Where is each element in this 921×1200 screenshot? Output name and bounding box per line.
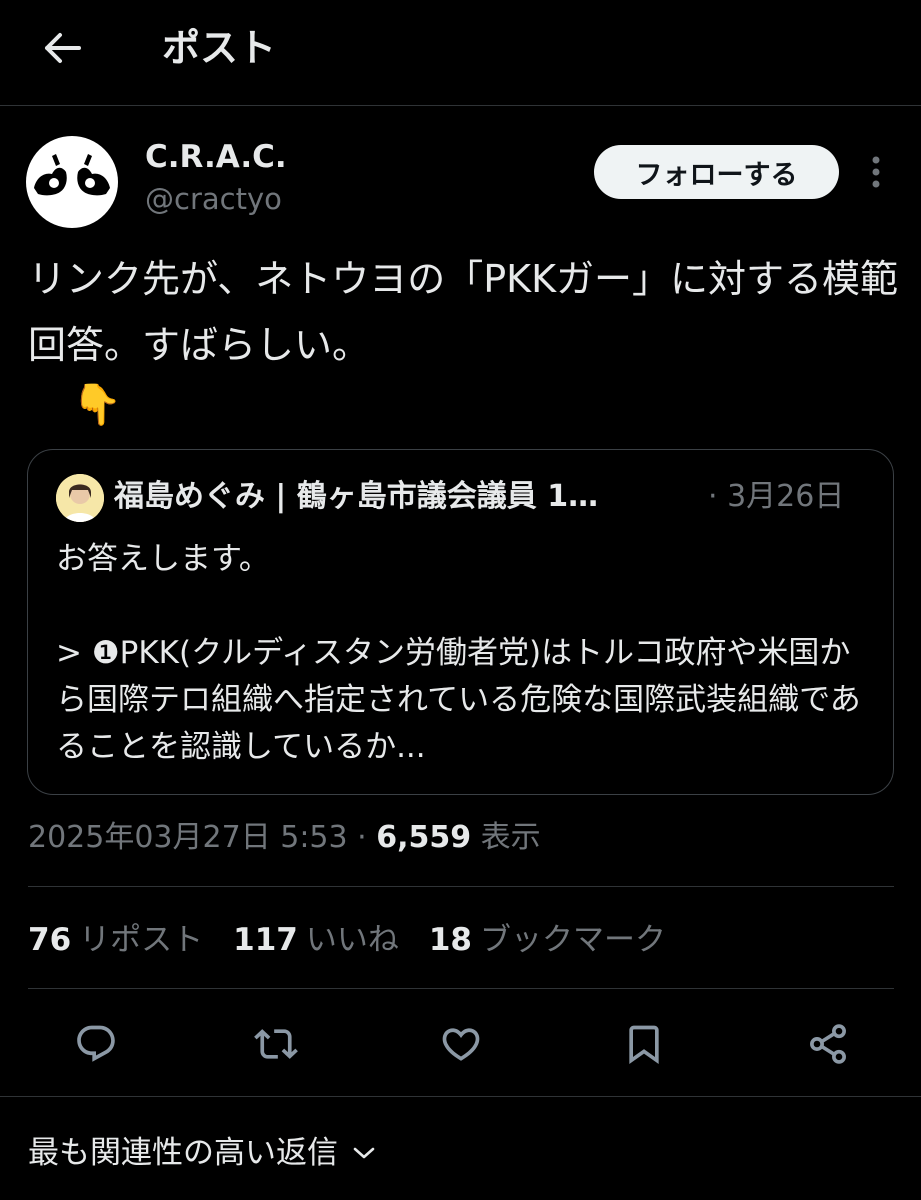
quoted-post-card[interactable]: 福島めぐみ | 鶴ヶ島市議会議員 1… · 3月26日 お答えします。 > ❶P…	[27, 449, 894, 795]
view-count: 6,559	[376, 820, 472, 855]
author-name[interactable]: C.R.A.C.	[145, 138, 287, 176]
author-avatar[interactable]	[26, 136, 118, 228]
repost-label: リポスト	[79, 922, 204, 958]
quoted-author-name: 福島めぐみ | 鶴ヶ島市議会議員 1…	[114, 479, 599, 514]
back-button[interactable]	[32, 20, 92, 76]
bookmark-button[interactable]	[616, 1018, 672, 1070]
quoted-author-avatar	[56, 474, 104, 522]
divider	[28, 886, 894, 887]
author-handle[interactable]: @cractyo	[145, 181, 282, 217]
bookmark-label: ブックマーク	[480, 922, 666, 958]
divider	[0, 1096, 921, 1097]
post-datetime[interactable]: 2025年03月27日 5:53	[28, 820, 348, 855]
crac-logo-icon	[34, 154, 110, 196]
like-stat[interactable]: 117 いいね	[233, 918, 399, 962]
share-button[interactable]	[800, 1018, 856, 1070]
bookmark-stat[interactable]: 18 ブックマーク	[429, 918, 666, 962]
reply-sort-label: 最も関連性の高い返信	[28, 1135, 338, 1171]
engagement-stats: 76 リポスト 117 いいね 18 ブックマーク	[28, 918, 696, 962]
chevron-down-icon	[353, 1147, 375, 1159]
page-title: ポスト	[162, 26, 277, 70]
reply-button[interactable]	[68, 1018, 124, 1070]
more-options-button[interactable]	[860, 152, 892, 192]
share-icon	[810, 1024, 846, 1064]
like-count: 117	[233, 922, 298, 958]
quoted-post-date: · 3月26日	[708, 479, 845, 514]
post-timestamp: 2025年03月27日 5:53 · 6,559 表示	[28, 816, 541, 860]
arrow-left-icon	[45, 33, 81, 63]
post-text: リンク先が、ネトウヨの「PKKガー」に対する模範回答。すばらしい。	[28, 257, 898, 367]
reply-icon	[77, 1025, 115, 1062]
reply-sort-dropdown[interactable]: 最も関連性の高い返信	[28, 1130, 376, 1176]
pointing-down-emoji: 👇	[72, 382, 122, 428]
repost-stat[interactable]: 76 リポスト	[28, 918, 203, 962]
bookmark-icon	[629, 1025, 659, 1065]
like-button[interactable]	[433, 1018, 489, 1070]
quoted-post-text: お答えします。 > ❶PKK(クルディスタン労働者党)はトルコ政府や米国から国際…	[56, 541, 861, 765]
view-label: 表示	[480, 820, 541, 855]
person-avatar-icon	[56, 474, 104, 522]
like-icon	[442, 1028, 480, 1061]
repost-count: 76	[28, 922, 72, 958]
repost-icon	[254, 1029, 298, 1059]
timestamp-separator: ·	[347, 820, 377, 855]
repost-button[interactable]	[248, 1018, 304, 1070]
more-vertical-icon	[872, 156, 880, 188]
divider	[28, 988, 894, 989]
post-detail-page: ポスト C.R.A.C. @cractyo フォローする リンク先が、ネトウヨの…	[0, 0, 921, 1200]
follow-button[interactable]: フォローする	[594, 145, 839, 199]
top-bar: ポスト	[0, 0, 921, 106]
bookmark-count: 18	[428, 922, 472, 958]
like-label: いいね	[305, 922, 399, 958]
